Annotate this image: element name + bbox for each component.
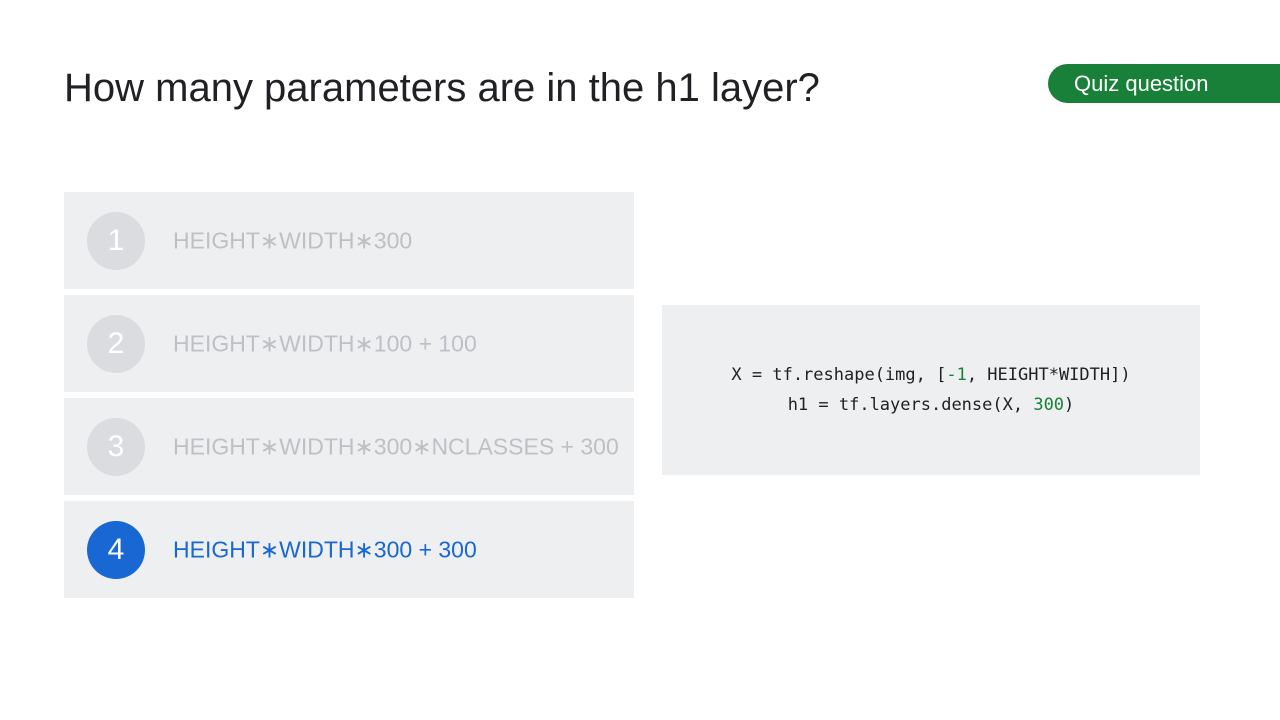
quiz-badge-label: Quiz question	[1074, 70, 1209, 96]
code-text: h1 = tf.layers.dense(X,	[787, 395, 1034, 415]
code-line-1: X = tf.reshape(img, [-1, HEIGHT*WIDTH])	[731, 360, 1130, 390]
code-number: -1	[946, 365, 967, 385]
code-text: )	[1064, 395, 1075, 415]
option-text: HEIGHT∗WIDTH∗300 + 300	[173, 536, 477, 562]
option-number-badge: 3	[87, 417, 145, 476]
option-number-badge: 4	[87, 520, 145, 579]
option-number-badge: 2	[87, 314, 145, 373]
option-number-badge: 1	[87, 211, 145, 270]
code-line-2: h1 = tf.layers.dense(X, 300)	[788, 390, 1075, 420]
slide-title: How many parameters are in the h1 layer?	[64, 66, 820, 110]
option-text: HEIGHT∗WIDTH∗100 + 100	[173, 330, 477, 356]
code-number: 300	[1033, 395, 1065, 415]
option-text: HEIGHT∗WIDTH∗300∗NCLASSES + 300	[173, 433, 619, 459]
answer-option-1[interactable]: 1 HEIGHT∗WIDTH∗300	[64, 192, 634, 289]
code-snippet-panel: X = tf.reshape(img, [-1, HEIGHT*WIDTH]) …	[662, 305, 1200, 475]
answer-option-4[interactable]: 4 HEIGHT∗WIDTH∗300 + 300	[64, 501, 634, 598]
answer-option-3[interactable]: 3 HEIGHT∗WIDTH∗300∗NCLASSES + 300	[64, 398, 634, 495]
option-text: HEIGHT∗WIDTH∗300	[173, 227, 413, 253]
code-text: , HEIGHT*WIDTH])	[966, 365, 1131, 385]
code-text: X = tf.reshape(img, [	[731, 365, 947, 385]
answer-options: 1 HEIGHT∗WIDTH∗300 2 HEIGHT∗WIDTH∗100 + …	[64, 192, 634, 604]
answer-option-2[interactable]: 2 HEIGHT∗WIDTH∗100 + 100	[64, 295, 634, 392]
quiz-question-badge: Quiz question	[1048, 64, 1280, 103]
